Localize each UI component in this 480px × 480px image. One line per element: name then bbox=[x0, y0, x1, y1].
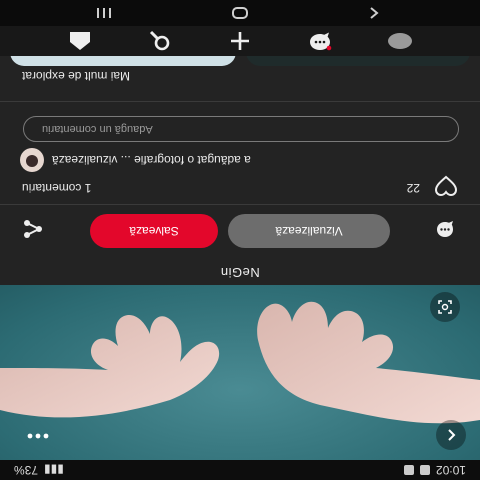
comment-button[interactable] bbox=[432, 216, 458, 242]
comments-header: 1 comentariu 22 bbox=[0, 175, 480, 197]
status-time: 10:02 bbox=[435, 463, 466, 477]
system-home-button[interactable] bbox=[230, 4, 250, 22]
divider bbox=[0, 101, 480, 102]
sim-icon bbox=[403, 465, 414, 475]
comment-icon bbox=[437, 221, 453, 237]
battery-text: 73% bbox=[14, 463, 39, 477]
view-button[interactable]: Vizualizează bbox=[228, 214, 390, 248]
status-left: 10:02 bbox=[403, 463, 466, 477]
comment-preview[interactable]: a adăugat o fotografie ... vizualizează bbox=[0, 146, 480, 172]
lens-icon bbox=[438, 300, 452, 314]
recent-apps-icon bbox=[97, 8, 111, 18]
more-options-button[interactable] bbox=[20, 424, 56, 448]
back-chevron-icon bbox=[370, 7, 379, 19]
profile-icon bbox=[388, 33, 412, 49]
nav-profile[interactable] bbox=[386, 29, 414, 53]
share-button[interactable] bbox=[20, 216, 46, 242]
alarm-icon bbox=[419, 465, 430, 475]
nav-create[interactable] bbox=[226, 29, 254, 53]
comment-input-placeholder: Adaugă un comentariu bbox=[42, 123, 153, 135]
like-count: 22 bbox=[406, 181, 420, 195]
signal-icon: ▮▮▮ bbox=[44, 463, 64, 477]
more-icon bbox=[27, 433, 49, 439]
comment-preview-text: a adăugat o fotografie ... vizualizează bbox=[52, 153, 251, 167]
system-back-button[interactable] bbox=[364, 4, 384, 22]
nav-home[interactable] bbox=[66, 29, 94, 53]
bottom-nav bbox=[0, 26, 480, 56]
chat-icon bbox=[310, 32, 332, 51]
divider bbox=[0, 204, 480, 205]
comment-input[interactable]: Adaugă un comentariu bbox=[23, 116, 459, 142]
status-bar: 10:02 ▮▮▮ 73% bbox=[0, 460, 480, 480]
pin-title: NeGin bbox=[220, 265, 260, 280]
comment-count[interactable]: 1 comentariu bbox=[22, 181, 91, 195]
avatar bbox=[20, 148, 44, 172]
nav-search[interactable] bbox=[146, 29, 174, 53]
visual-search-button[interactable] bbox=[430, 292, 460, 322]
recent-apps-button[interactable] bbox=[94, 4, 114, 22]
nav-messages[interactable] bbox=[306, 29, 334, 53]
home-icon bbox=[70, 32, 90, 50]
pin-actions: Salvează Vizualizează bbox=[0, 210, 480, 250]
explore-heading: Mai mult de explorat bbox=[22, 69, 131, 83]
home-circle-icon bbox=[232, 7, 248, 19]
system-nav bbox=[0, 0, 480, 26]
status-right: ▮▮▮ 73% bbox=[14, 463, 64, 477]
heart-icon[interactable] bbox=[434, 175, 458, 197]
chevron-left-icon bbox=[448, 429, 456, 441]
share-icon bbox=[24, 220, 42, 238]
search-icon bbox=[149, 30, 170, 51]
save-button[interactable]: Salvează bbox=[90, 214, 218, 248]
back-button[interactable] bbox=[436, 420, 466, 450]
screen: 10:02 ▮▮▮ 73% NeGin Salvează Vizualizeaz… bbox=[0, 0, 480, 480]
plus-icon bbox=[231, 32, 249, 50]
hands-illustration bbox=[0, 301, 480, 424]
pin-image[interactable] bbox=[0, 285, 480, 460]
